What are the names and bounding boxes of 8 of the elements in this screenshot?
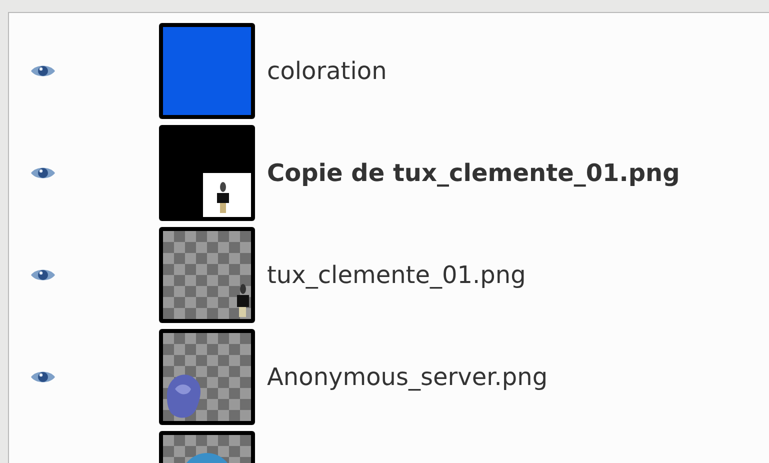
- eye-icon[interactable]: [30, 165, 56, 181]
- layer-name[interactable]: tux_clemente_01.png: [267, 257, 526, 293]
- eye-icon[interactable]: [30, 63, 56, 79]
- layer-name[interactable]: Copie de tux_clemente_01.png: [267, 155, 680, 191]
- layer-name[interactable]: Anonymous_server.png: [267, 359, 548, 395]
- eye-icon[interactable]: [30, 369, 56, 385]
- layer-name[interactable]: coloration: [267, 53, 387, 89]
- eye-icon[interactable]: [30, 267, 56, 283]
